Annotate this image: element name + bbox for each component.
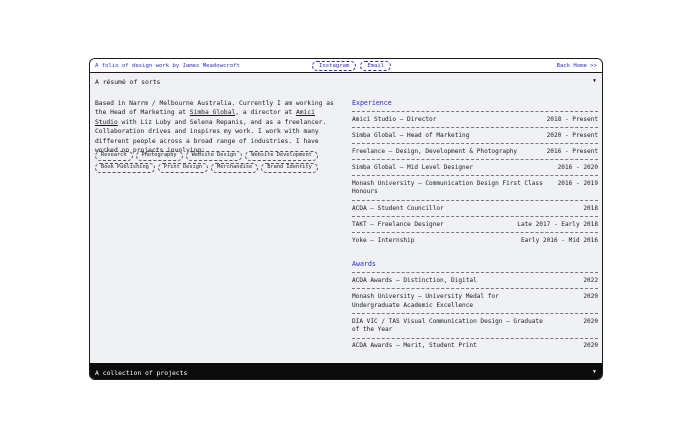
experience-role: Amici Studio — Director [352,115,437,123]
tag-brand-identity: Brand Identity [261,163,318,173]
tag-print-design: Print Design [157,163,209,173]
awards-list: ACDA Awards — Distinction, Digital 2022 M… [352,272,598,354]
experience-dates: 2020 - Present [546,131,598,139]
list-item: ACDA — Student Councillor 2018 [352,200,598,216]
experience-dates: Early 2016 - Mid 2016 [520,236,598,244]
experience-role: Freelance — Design, Development & Photog… [352,147,518,155]
award-name: ACDA Awards — Distinction, Digital [352,276,477,284]
top-bar: A folio of design work by James Meadowcr… [90,59,602,73]
experience-heading: Experience [352,99,392,107]
list-item: ACDA Awards — Merit, Student Print 2020 [352,337,598,354]
triangle-down-icon[interactable]: ▼ [593,78,596,84]
experience-role: ACDA — Student Councillor [352,204,444,212]
experience-role: Monash University — Communication Design… [352,179,543,196]
experience-dates: 2016 - 2019 [557,179,598,187]
tag-merchandise: Merchandise [211,163,259,173]
list-item: Monash University — University Medal for… [352,288,598,313]
experience-dates: 2016 - Present [546,147,598,155]
tag-website-development: Website Development [245,151,318,161]
awards-heading: Awards [352,260,376,269]
triangle-down-icon[interactable]: ▼ [593,369,596,375]
award-year: 2020 [583,317,598,325]
experience-role: Yoke — Internship [352,236,415,244]
bio-paragraph: Based in Narrm / Melbourne Australia. Cu… [95,99,340,155]
list-item: TAKT — Freelance Designer Late 2017 - Ear… [352,216,598,232]
email-link[interactable]: Email [360,61,392,71]
list-item: Simba Global — Head of Marketing 2020 - P… [352,127,598,143]
experience-role: TAKT — Freelance Designer [352,220,444,228]
back-home-link[interactable]: Back Home >> [557,63,597,69]
award-name: Monash University — University Medal for… [352,292,499,309]
experience-dates: 2018 [583,204,598,212]
resume-section-header[interactable]: A résumé of sorts ▼ [90,73,602,91]
bio-text: with Liz Luby and Selena Repanis, and as… [95,118,327,155]
list-item: Monash University — Communication Design… [352,175,598,200]
experience-role: Simba Global — Mid Level Designer [352,163,474,171]
list-item: Freelance — Design, Development & Photog… [352,143,598,159]
experience-role: Simba Global — Head of Marketing [352,131,470,139]
browser-frame: A folio of design work by James Meadowcr… [89,58,603,380]
tag-website-design: Website Design [185,151,243,161]
experience-dates: 2016 - 2020 [557,163,598,171]
projects-title: A collection of projects [95,368,188,377]
list-item: Yoke — Internship Early 2016 - Mid 2016 [352,232,598,248]
projects-section-header[interactable]: A collection of projects ▼ [90,363,602,379]
instagram-link[interactable]: Instagram [312,61,357,71]
cv-column: Experience Amici Studio — Director 2018 -… [352,99,598,366]
award-year: 2020 [583,292,598,300]
tag-research: Research [95,151,133,161]
tag-book-publishing: Book Publishing [95,163,155,173]
bio-text: , a director at [235,109,296,117]
resume-title: A résumé of sorts [95,78,161,86]
experience-list: Amici Studio — Director 2018 - Present Si… [352,111,598,248]
list-item: Simba Global — Mid Level Designer 2016 - … [352,159,598,175]
award-year: 2022 [583,276,598,284]
award-name: ACDA Awards — Merit, Student Print [352,342,477,350]
social-links: Instagram Email [312,61,392,71]
site-label[interactable]: A folio of design work by James Meadowcr… [95,63,240,69]
simba-global-link[interactable]: Simba Global [190,109,236,116]
award-name: DIA VIC / TAS Visual Communication Desig… [352,317,543,334]
list-item: DIA VIC / TAS Visual Communication Desig… [352,313,598,338]
experience-dates: Late 2017 - Early 2018 [517,220,598,228]
skill-tags: Research Photography Website Design Webs… [95,151,325,173]
tag-photography: Photography [135,151,183,161]
list-item: ACDA Awards — Distinction, Digital 2022 [352,272,598,288]
experience-dates: 2018 - Present [546,115,598,123]
list-item: Amici Studio — Director 2018 - Present [352,111,598,127]
award-year: 2020 [583,342,598,350]
